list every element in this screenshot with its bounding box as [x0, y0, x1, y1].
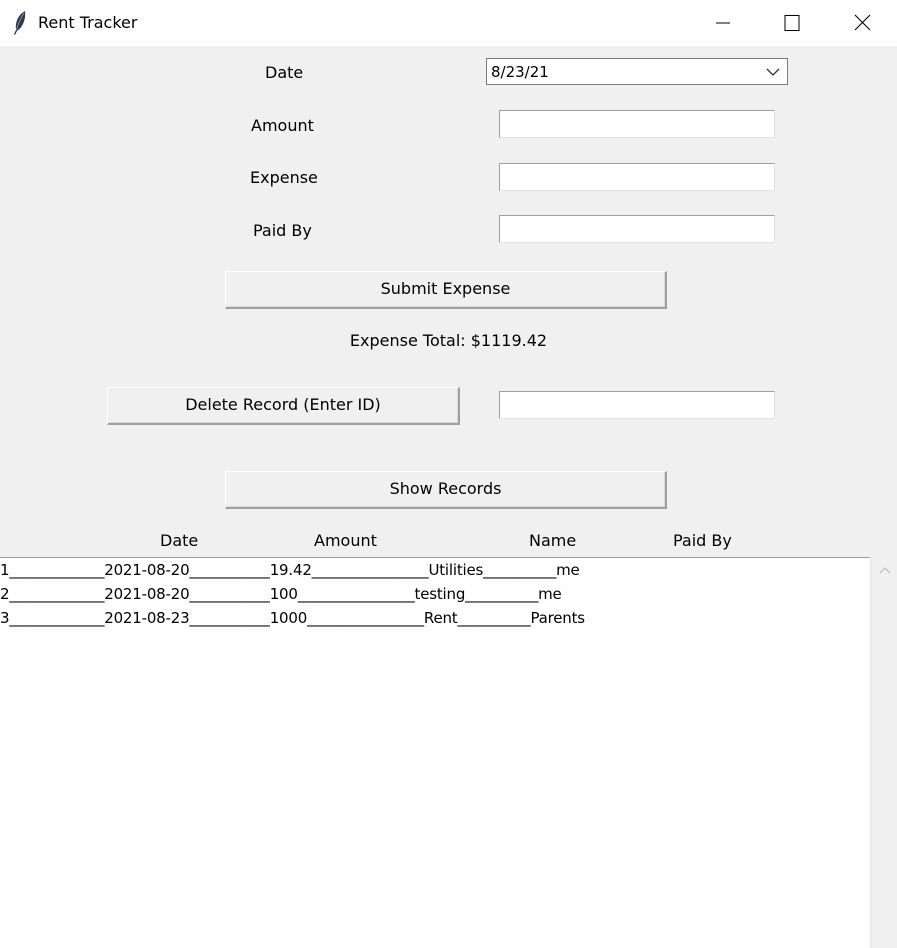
- list-item[interactable]: 1_____________2021-08-20___________19.42…: [0, 558, 870, 582]
- expense-input[interactable]: [499, 163, 775, 191]
- feather-icon: [12, 10, 28, 36]
- scroll-up-arrow-icon[interactable]: [879, 565, 891, 575]
- amount-input[interactable]: [499, 110, 775, 138]
- maximize-icon: [784, 15, 800, 31]
- records-listbox[interactable]: 1_____________2021-08-20___________19.42…: [0, 557, 870, 948]
- vertical-scrollbar[interactable]: [870, 557, 897, 948]
- paid-by-label: Paid By: [253, 221, 312, 240]
- list-item[interactable]: 2_____________2021-08-20___________100__…: [0, 582, 870, 606]
- amount-label: Amount: [251, 116, 314, 135]
- delete-id-input[interactable]: [499, 391, 775, 419]
- maximize-button[interactable]: [769, 0, 815, 46]
- minimize-button[interactable]: [700, 0, 746, 46]
- minimize-icon: [716, 22, 730, 24]
- delete-record-button[interactable]: Delete Record (Enter ID): [107, 387, 460, 425]
- paid-by-input[interactable]: [499, 215, 775, 243]
- column-header-paid-by: Paid By: [673, 531, 732, 550]
- close-icon: [854, 14, 871, 31]
- window-title: Rent Tracker: [38, 13, 138, 32]
- chevron-down-icon[interactable]: [766, 67, 780, 77]
- close-button[interactable]: [839, 0, 885, 46]
- expense-total: Expense Total: $1119.42: [349, 331, 548, 350]
- column-header-amount: Amount: [314, 531, 377, 550]
- title-bar: Rent Tracker: [0, 0, 897, 46]
- date-value: 8/23/21: [491, 63, 549, 81]
- submit-expense-button[interactable]: Submit Expense: [225, 271, 667, 309]
- column-header-date: Date: [160, 531, 199, 550]
- column-header-name: Name: [529, 531, 577, 550]
- list-item[interactable]: 3_____________2021-08-23___________1000_…: [0, 606, 870, 630]
- show-records-button[interactable]: Show Records: [225, 471, 667, 509]
- date-combobox[interactable]: 8/23/21: [486, 58, 788, 85]
- expense-label: Expense: [250, 168, 318, 187]
- date-label: Date: [265, 63, 304, 82]
